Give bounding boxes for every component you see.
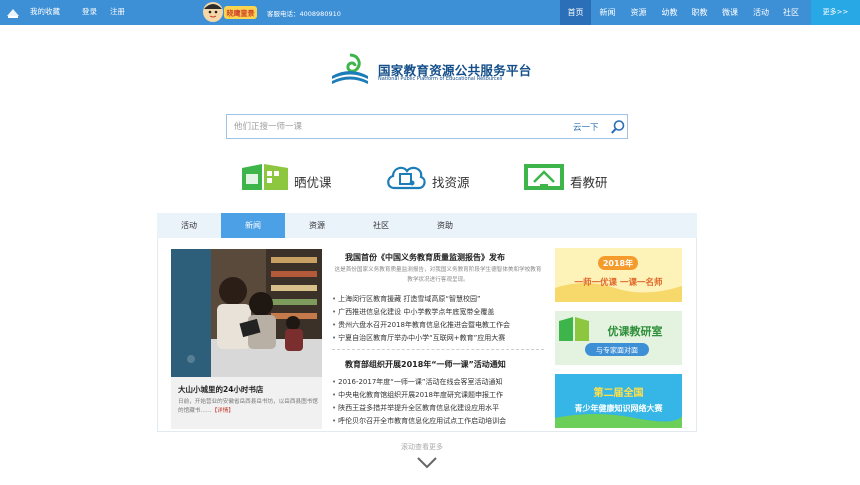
favorites-link[interactable]: 我的收藏 — [30, 6, 60, 17]
tab-resources[interactable]: 资源 — [285, 213, 349, 238]
platform-emblem-icon — [332, 53, 368, 84]
book-grid-icon — [242, 164, 288, 190]
feature-show-lessons[interactable]: 晒优课 — [240, 160, 350, 194]
cloud-search-icon — [387, 166, 426, 190]
svg-text:一师一优课 一课一名师: 一师一优课 一课一名师 — [575, 277, 663, 288]
feature-view-research[interactable]: 看教研 — [522, 160, 632, 194]
story-title[interactable]: 大山小城里的24小时书店 — [178, 384, 263, 395]
news-item[interactable]: 陕西王益多措并举提升全区教育信息化建设应用水平 — [332, 403, 499, 413]
chevron-down-icon[interactable] — [416, 456, 438, 470]
scroll-hint: 滚动查看更多 — [401, 443, 443, 451]
nav-news[interactable]: 新闻 — [592, 0, 623, 25]
news-item[interactable]: 宁夏自治区教育厅举办中小学“互联网+教育”应用大赛 — [332, 333, 505, 343]
svg-text:2018年: 2018年 — [603, 258, 633, 268]
tab-activities[interactable]: 活动 — [157, 213, 221, 238]
news-divider — [332, 349, 544, 350]
search-icon[interactable] — [610, 119, 626, 135]
tab-news[interactable]: 新闻 — [221, 213, 285, 238]
nav-preschool[interactable]: 幼教 — [654, 0, 685, 25]
story-description: 日前，开始营业的安徽省岳西县岳书坊，以岳西县图书馆的馆藏书……【详情】 — [178, 399, 318, 414]
service-phone: 客服电话：4008980910 — [267, 10, 341, 18]
platform-logo-icon — [7, 9, 19, 18]
login-link[interactable]: 登录 — [82, 6, 97, 17]
mascot-logo[interactable]: 晓鹰童景 — [202, 1, 258, 24]
search-box: 云一下 — [226, 114, 628, 139]
banner-lesson-research-room[interactable]: 优课教研室 与专家面对面 — [555, 311, 682, 365]
nav-microcourse[interactable]: 微课 — [715, 0, 745, 25]
search-button[interactable]: 云一下 — [573, 121, 599, 133]
register-link[interactable]: 注册 — [110, 6, 125, 17]
banner-youth-health-contest[interactable]: 第二届全国 青少年健康知识网络大赛 — [555, 374, 682, 428]
nav-activities[interactable]: 活动 — [746, 0, 776, 25]
nav-community[interactable]: 社区 — [776, 0, 806, 25]
news-item[interactable]: 2016-2017年度“一师一课”活动在线会客室活动通知 — [332, 377, 502, 387]
news-item[interactable]: 上海闵行区教育援藏 打造雪域高原“智慧校园” — [332, 294, 480, 304]
nav-home[interactable]: 首页 — [560, 0, 591, 25]
brand-name-en: National Public Platform of Educational … — [378, 76, 503, 82]
feature-label: 看教研 — [570, 175, 608, 190]
nav-resources[interactable]: 资源 — [623, 0, 654, 25]
svg-text:优课教研室: 优课教研室 — [608, 324, 663, 338]
svg-text:晓鹰童景: 晓鹰童景 — [227, 9, 255, 18]
story-caption: 大山小城里的24小时书店 日前，开始营业的安徽省岳西县岳书坊，以岳西县图书馆的馆… — [171, 377, 322, 429]
news-headline[interactable]: 教育部组织开展2018年“一师一课”活动通知 — [345, 359, 506, 370]
story-more-link[interactable]: 【详情】 — [212, 408, 234, 414]
news-item[interactable]: 中央电化教育馆组织开展2018年度研究课题申报工作 — [332, 390, 503, 400]
svg-text:与专家面对面: 与专家面对面 — [596, 346, 638, 355]
news-item[interactable]: 贵州六盘水召开2018年教育信息化推进会暨电教工作会 — [332, 320, 510, 330]
search-input[interactable] — [234, 118, 564, 135]
svg-text:青少年健康知识网络大赛: 青少年健康知识网络大赛 — [575, 403, 664, 413]
feature-find-resources[interactable]: 找资源 — [385, 160, 495, 194]
svg-text:第二届全国: 第二届全国 — [594, 386, 644, 399]
feature-label: 找资源 — [432, 175, 470, 190]
top-bar: 我的收藏 登录 注册 晓鹰童景 客服电话：4008980910 首页 新闻 资源… — [0, 0, 860, 25]
brand-logo[interactable]: 国家教育资源公共服务平台 National Public Platform of… — [328, 52, 548, 88]
news-headline[interactable]: 我国首份《中国义务教育质量监测报告》发布 — [345, 252, 505, 263]
feature-label: 晒优课 — [294, 175, 332, 190]
tab-community[interactable]: 社区 — [349, 213, 413, 238]
nav-vocational[interactable]: 职教 — [686, 0, 713, 25]
more-button[interactable]: 更多>> — [811, 0, 860, 25]
banner-one-teacher-one-lesson[interactable]: 2018年 一师一优课 一课一名师 — [555, 248, 682, 302]
news-summary: 这是首份国家义务教育质量监测报告，对我国义务教育阶段学生德智体美和学校教育教学状… — [334, 267, 542, 283]
teaching-board-icon — [524, 164, 564, 190]
tab-funding[interactable]: 资助 — [413, 213, 477, 238]
news-item[interactable]: 广西推进信息化建设 中小学教学点年底宽带全覆盖 — [332, 307, 494, 317]
news-item[interactable]: 呼伦贝尔召开全市教育信息化应用试点工作启动培训会 — [332, 416, 506, 426]
story-photo[interactable] — [171, 249, 322, 377]
